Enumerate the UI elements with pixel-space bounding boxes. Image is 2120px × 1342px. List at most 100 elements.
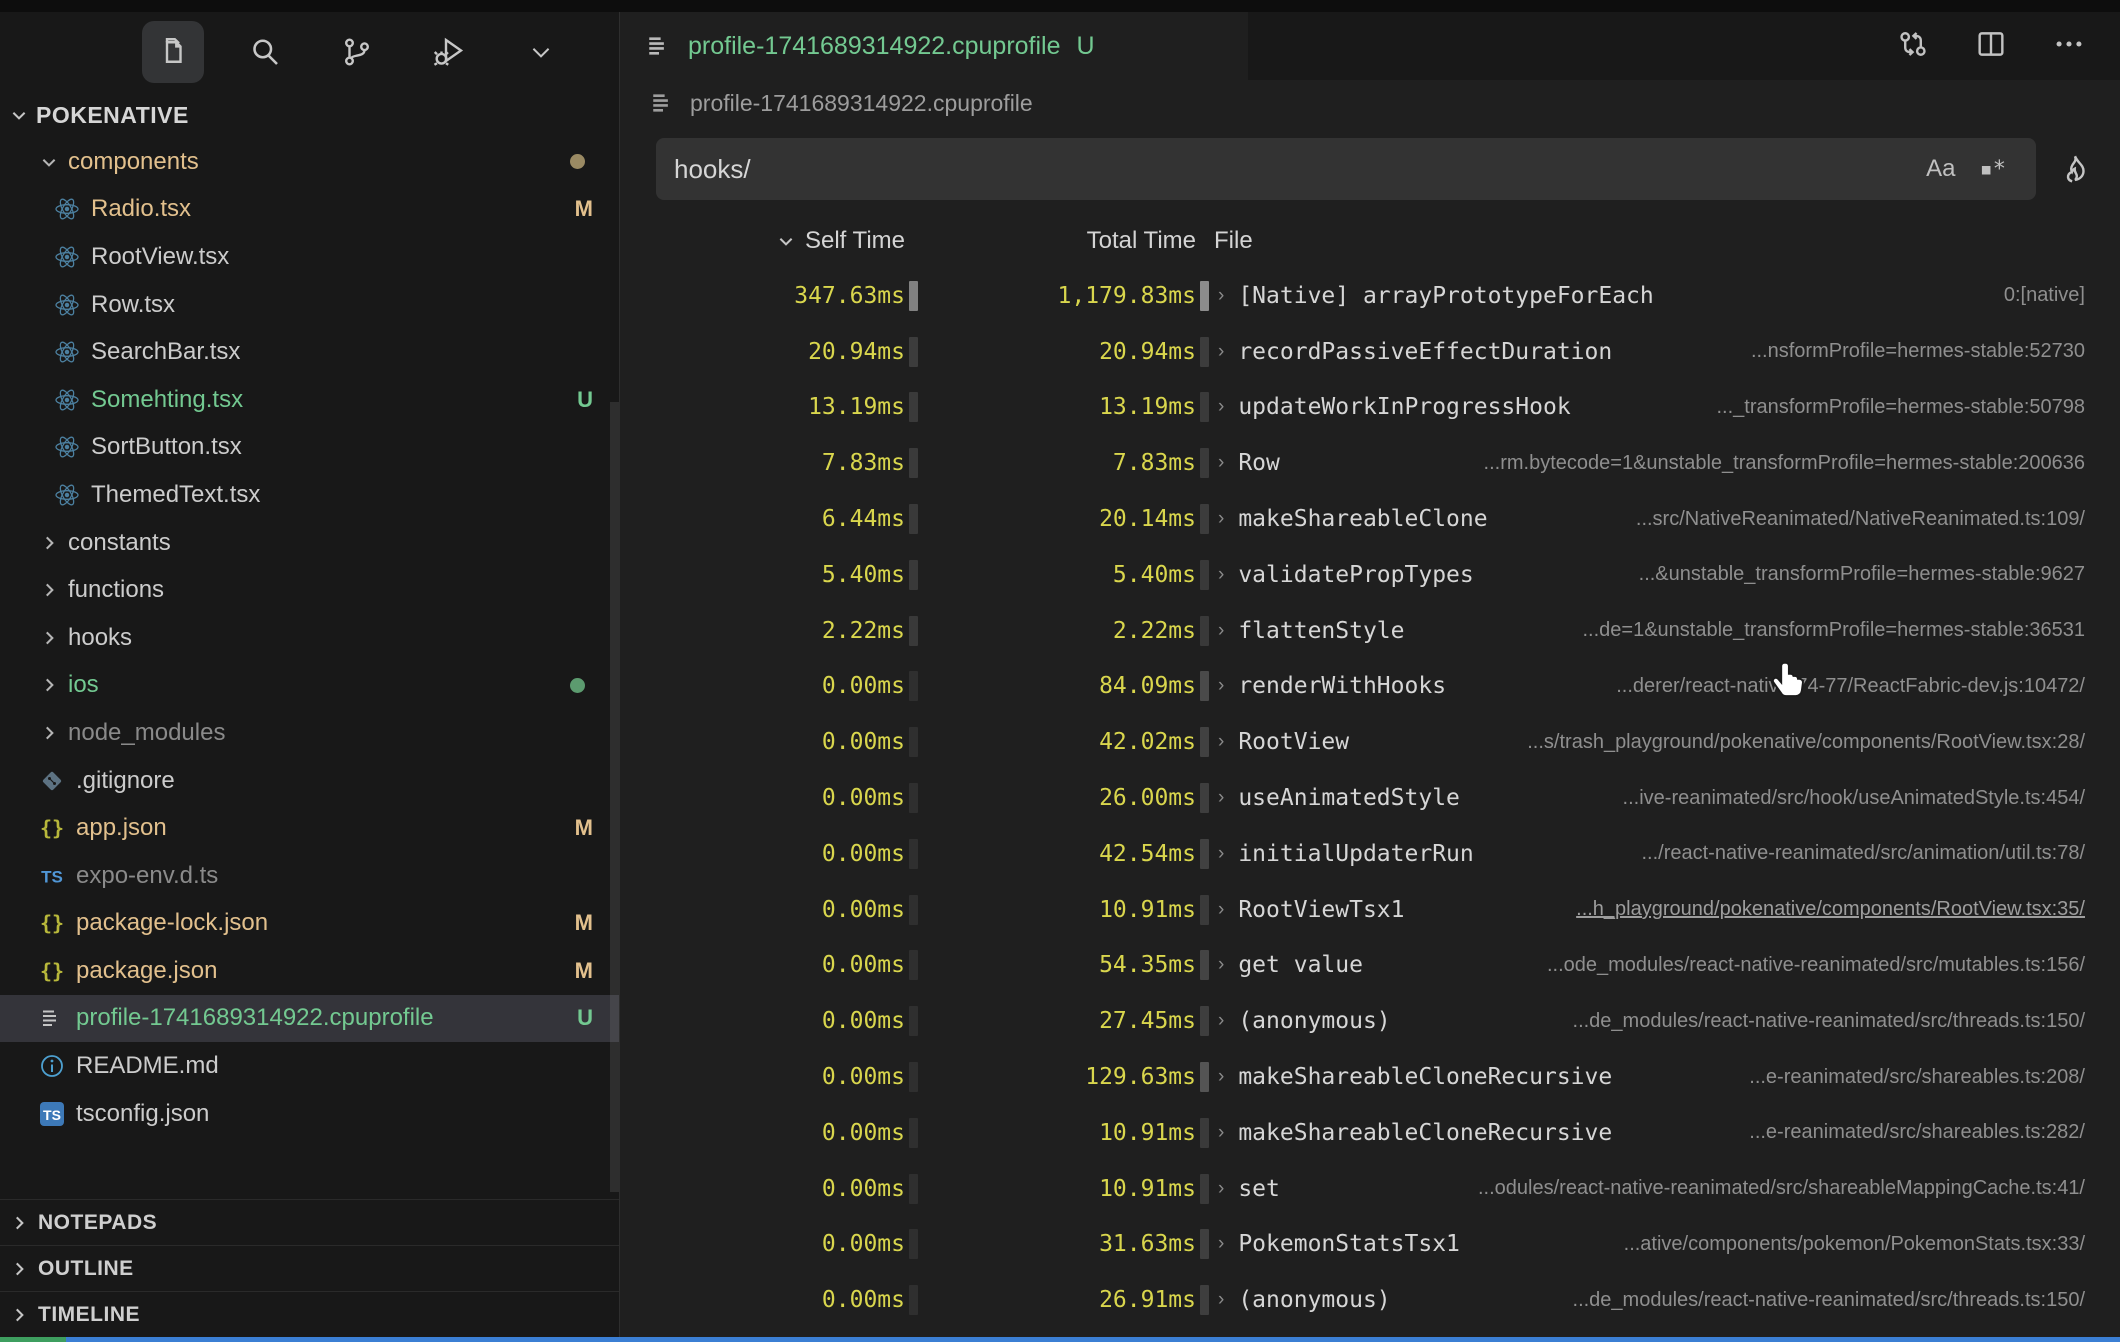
profile-row[interactable]: 0.00ms26.91ms›executeOnUIRuntimeSync...t… <box>620 1328 2120 1337</box>
tree-item-constants[interactable]: constants <box>0 519 619 567</box>
tree-item-package-json[interactable]: {}package.jsonM <box>0 947 619 995</box>
expand-chevron-icon[interactable]: › <box>1218 508 1224 530</box>
expand-chevron-icon[interactable]: › <box>1218 731 1224 753</box>
filter-input[interactable] <box>674 154 1914 185</box>
search-icon[interactable] <box>234 21 296 83</box>
file-location-link[interactable]: ...de_modules/react-native-reanimated/sr… <box>1543 1289 2085 1312</box>
explorer-root-header[interactable]: POKENATIVE <box>0 92 619 138</box>
open-changes-icon[interactable] <box>1896 27 1930 66</box>
file-location-link[interactable]: ...src/NativeReanimated/NativeReanimated… <box>1606 508 2085 531</box>
expand-chevron-icon[interactable]: › <box>1218 1066 1224 1088</box>
section-notepads[interactable]: NOTEPADS <box>0 1199 619 1245</box>
column-header-total-time[interactable]: Total Time <box>923 227 1196 255</box>
profile-row[interactable]: 0.00ms10.91ms›set...odules/react-native-… <box>620 1161 2120 1217</box>
profile-row[interactable]: 20.94ms20.94ms›recordPassiveEffectDurati… <box>620 324 2120 380</box>
file-location-link[interactable]: ...nsformProfile=hermes-stable:52730 <box>1721 340 2085 363</box>
expand-chevron-icon[interactable]: › <box>1218 341 1224 363</box>
expand-chevron-icon[interactable]: › <box>1218 1178 1224 1200</box>
file-location-link[interactable]: ...e-reanimated/src/shareables.ts:282/ <box>1719 1121 2085 1144</box>
profile-row[interactable]: 2.22ms2.22ms›flattenStyle...de=1&unstabl… <box>620 603 2120 659</box>
file-location-link[interactable]: ...ative/components/pokemon/PokemonStats… <box>1594 1233 2085 1256</box>
source-control-icon[interactable] <box>326 21 388 83</box>
tree-item-themedtext-tsx[interactable]: ThemedText.tsx <box>0 471 619 519</box>
file-location-link[interactable]: ...de=1&unstable_transformProfile=hermes… <box>1552 619 2085 642</box>
tree-item-app-json[interactable]: {}app.jsonM <box>0 804 619 852</box>
file-location-link[interactable]: ...&unstable_transformProfile=hermes-sta… <box>1609 563 2085 586</box>
section-outline[interactable]: OUTLINE <box>0 1245 619 1291</box>
file-location-link[interactable]: ...rm.bytecode=1&unstable_transformProfi… <box>1454 452 2085 475</box>
file-location-link[interactable]: ...s/trash_playground/pokenative/compone… <box>1497 731 2085 754</box>
expand-chevron-icon[interactable]: › <box>1218 899 1224 921</box>
expand-chevron-icon[interactable]: › <box>1218 452 1224 474</box>
expand-chevron-icon[interactable]: › <box>1218 843 1224 865</box>
profile-row[interactable]: 0.00ms26.91ms›(anonymous)...de_modules/r… <box>620 1272 2120 1328</box>
profile-row[interactable]: 0.00ms129.63ms›makeShareableCloneRecursi… <box>620 1049 2120 1105</box>
tree-item--gitignore[interactable]: .gitignore <box>0 757 619 805</box>
expand-chevron-icon[interactable]: › <box>1218 1233 1224 1255</box>
profile-row[interactable]: 0.00ms54.35ms›get value...ode_modules/re… <box>620 938 2120 994</box>
tree-item-ios[interactable]: ios <box>0 662 619 710</box>
tree-item-components[interactable]: components <box>0 138 619 186</box>
more-actions-icon[interactable] <box>2052 27 2086 66</box>
section-timeline[interactable]: TIMELINE <box>0 1291 619 1337</box>
profile-row[interactable]: 0.00ms84.09ms›renderWithHooks...derer/re… <box>620 659 2120 715</box>
expand-chevron-icon[interactable]: › <box>1218 620 1224 642</box>
expand-chevron-icon[interactable]: › <box>1218 675 1224 697</box>
expand-chevron-icon[interactable]: › <box>1218 285 1224 307</box>
file-location-link[interactable]: ..._transformProfile=hermes-stable:50798 <box>1686 396 2085 419</box>
tree-item-node-modules[interactable]: node_modules <box>0 709 619 757</box>
tree-item-searchbar-tsx[interactable]: SearchBar.tsx <box>0 328 619 376</box>
tree-item-hooks[interactable]: hooks <box>0 614 619 662</box>
tree-item-readme-md[interactable]: README.md <box>0 1042 619 1090</box>
profile-row[interactable]: 6.44ms20.14ms›makeShareableClone...src/N… <box>620 491 2120 547</box>
expand-chevron-icon[interactable]: › <box>1218 1122 1224 1144</box>
profile-row[interactable]: 347.63ms1,179.83ms›[Native] arrayPrototy… <box>620 268 2120 324</box>
profile-row[interactable]: 0.00ms27.45ms›(anonymous)...de_modules/r… <box>620 993 2120 1049</box>
tree-item-somehting-tsx[interactable]: Somehting.tsxU <box>0 376 619 424</box>
tree-item-expo-env-d-ts[interactable]: TSexpo-env.d.ts <box>0 852 619 900</box>
profile-row[interactable]: 0.00ms31.63ms›PokemonStatsTsx1...ative/c… <box>620 1217 2120 1273</box>
file-location-link[interactable]: ...h_playground/pokenative/components/Ro… <box>1546 898 2085 921</box>
file-location-link[interactable]: ...ode_modules/react-native-reanimated/s… <box>1517 954 2085 977</box>
profile-row[interactable]: 0.00ms26.00ms›useAnimatedStyle...ive-rea… <box>620 770 2120 826</box>
profile-row[interactable]: 0.00ms42.02ms›RootView...s/trash_playgro… <box>620 714 2120 770</box>
column-header-file[interactable]: File <box>1210 227 2120 255</box>
expand-chevron-icon[interactable]: › <box>1218 1289 1224 1311</box>
profile-row[interactable]: 5.40ms5.40ms›validatePropTypes...&unstab… <box>620 547 2120 603</box>
tree-item-rootview-tsx[interactable]: RootView.tsx <box>0 233 619 281</box>
tree-item-package-lock-json[interactable]: {}package-lock.jsonM <box>0 900 619 948</box>
file-location-link[interactable]: ...e-reanimated/src/shareables.ts:208/ <box>1719 1066 2085 1089</box>
breadcrumb[interactable]: profile-1741689314922.cpuprofile <box>620 80 2120 126</box>
expand-chevron-icon[interactable]: › <box>1218 564 1224 586</box>
expand-chevron-icon[interactable]: › <box>1218 787 1224 809</box>
tree-item-row-tsx[interactable]: Row.tsx <box>0 281 619 329</box>
expand-chevron-icon[interactable]: › <box>1218 396 1224 418</box>
file-location-link[interactable]: ...ive-reanimated/src/hook/useAnimatedSt… <box>1593 787 2085 810</box>
regex-toggle[interactable]: ▪* <box>1968 151 2019 188</box>
file-location-link[interactable]: ...odules/react-native-reanimated/src/sh… <box>1448 1177 2085 1200</box>
run-debug-icon[interactable] <box>418 21 480 83</box>
profile-row[interactable]: 13.19ms13.19ms›updateWorkInProgressHook.… <box>620 380 2120 436</box>
split-editor-icon[interactable] <box>1974 27 2008 66</box>
expand-chevron-icon[interactable]: › <box>1218 1010 1224 1032</box>
match-case-toggle[interactable]: Aa <box>1914 149 1967 189</box>
tree-item-radio-tsx[interactable]: Radio.tsxM <box>0 186 619 234</box>
tab-cpuprofile[interactable]: profile-1741689314922.cpuprofile U <box>620 12 1248 80</box>
tree-item-sortbutton-tsx[interactable]: SortButton.tsx <box>0 424 619 472</box>
tree-item-functions[interactable]: functions <box>0 566 619 614</box>
column-header-self-time[interactable]: Self Time <box>620 227 905 255</box>
file-location-link[interactable]: ...de_modules/react-native-reanimated/sr… <box>1543 1010 2085 1033</box>
expand-chevron-icon[interactable]: › <box>1218 954 1224 976</box>
sidebar-scrollbar[interactable] <box>610 402 619 1192</box>
tree-item-profile-1741689314922-cpuprofile[interactable]: profile-1741689314922.cpuprofileU <box>0 995 619 1043</box>
file-location-link[interactable]: .../react-native-reanimated/src/animatio… <box>1611 842 2085 865</box>
profile-row[interactable]: 0.00ms10.91ms›makeShareableCloneRecursiv… <box>620 1105 2120 1161</box>
file-location-link[interactable]: ...derer/react-native-74-77/ReactFabric-… <box>1586 675 2085 698</box>
chevron-down-icon[interactable] <box>510 21 572 83</box>
flame-graph-icon[interactable] <box>2058 152 2092 186</box>
tree-item-tsconfig-json[interactable]: TStsconfig.json <box>0 1090 619 1138</box>
profile-row[interactable]: 0.00ms42.54ms›initialUpdaterRun.../react… <box>620 826 2120 882</box>
explorer-icon[interactable] <box>142 21 204 83</box>
profile-row[interactable]: 7.83ms7.83ms›Row...rm.bytecode=1&unstabl… <box>620 435 2120 491</box>
profile-row[interactable]: 0.00ms10.91ms›RootViewTsx1...h_playgroun… <box>620 882 2120 938</box>
